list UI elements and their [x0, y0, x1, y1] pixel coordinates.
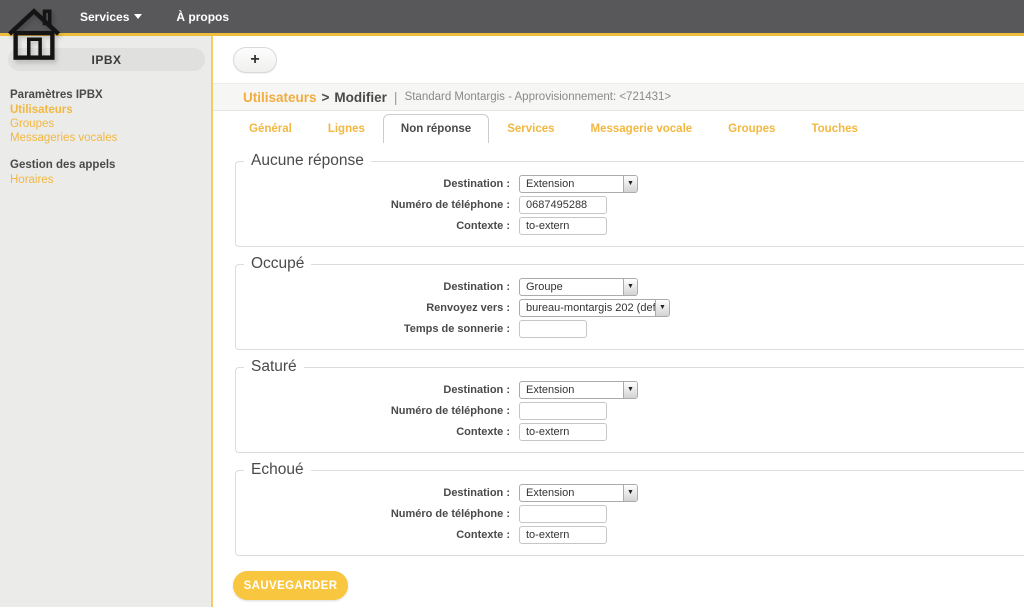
form-row-destination: Destination :Extension▼ [236, 482, 1024, 503]
input-temps-de-sonnerie[interactable] [519, 320, 587, 338]
main-content: + Utilisateurs > Modifier | Standard Mon… [213, 36, 1024, 607]
sidebar-item-messageries-vocales[interactable]: Messageries vocales [10, 132, 203, 145]
field-label: Destination : [236, 487, 519, 499]
sidebar-heading: Gestion des appels [10, 159, 203, 171]
breadcrumb-separator: > [322, 90, 330, 105]
field-label: Renvoyez vers : [236, 302, 519, 314]
select-value: Extension [520, 176, 623, 192]
select-destination[interactable]: Groupe▼ [519, 278, 638, 296]
field-label: Contexte : [236, 529, 519, 541]
top-navigation: Services À propos [80, 0, 229, 33]
house-icon [6, 4, 62, 64]
sidebar-item-horaires[interactable]: Horaires [10, 174, 203, 187]
select-destination[interactable]: Extension▼ [519, 484, 638, 502]
chevron-down-icon [134, 14, 142, 19]
breadcrumb-page: Modifier [334, 90, 387, 105]
sidebar-item-groupes[interactable]: Groupes [10, 118, 203, 131]
breadcrumb-subtitle: Standard Montargis - Approvisionnement: … [405, 91, 672, 103]
sidebar-item-utilisateurs[interactable]: Utilisateurs [10, 104, 203, 117]
tab-general[interactable]: Général [231, 114, 310, 143]
form-row-numero-de-telephone: Numéro de téléphone : [236, 400, 1024, 421]
add-button[interactable]: + [233, 47, 277, 73]
sidebar-divider [211, 36, 213, 607]
sidebar-group-gestion-des-appels: Gestion des appels Horaires [10, 159, 203, 187]
field-label: Destination : [236, 384, 519, 396]
form-row-temps-de-sonnerie: Temps de sonnerie : [236, 318, 1024, 339]
input-contexte[interactable] [519, 526, 607, 544]
select-destination[interactable]: Extension▼ [519, 175, 638, 193]
field-label: Numéro de téléphone : [236, 405, 519, 417]
section-title: Echoué [244, 461, 311, 479]
tab-groupes[interactable]: Groupes [710, 114, 793, 143]
top-bar: Services À propos [0, 0, 1024, 33]
field-label: Destination : [236, 178, 519, 190]
tab-lignes[interactable]: Lignes [310, 114, 383, 143]
sidebar-nav: Paramètres IPBX UtilisateursGroupesMessag… [0, 71, 211, 187]
menu-about-label: À propos [176, 10, 229, 24]
section-aucune-reponse: Aucune réponseDestination :Extension▼Num… [235, 152, 1024, 247]
accent-divider [0, 33, 1024, 36]
select-destination[interactable]: Extension▼ [519, 381, 638, 399]
sidebar: IPBX Paramètres IPBXUtilisateursGroupesM… [0, 36, 211, 607]
sidebar-group-parametres-ipbx: Paramètres IPBX UtilisateursGroupesMessag… [10, 89, 203, 145]
select-value: bureau-montargis 202 (default) [520, 300, 655, 316]
form-row-contexte: Contexte : [236, 524, 1024, 545]
tab-messagerie-vocale[interactable]: Messagerie vocale [573, 114, 711, 143]
input-numero-de-telephone[interactable] [519, 505, 607, 523]
dropdown-arrow-icon: ▼ [623, 485, 637, 501]
form-row-destination: Destination :Extension▼ [236, 173, 1024, 194]
select-value: Extension [520, 382, 623, 398]
tab-non-reponse[interactable]: Non réponse [383, 114, 489, 143]
input-contexte[interactable] [519, 423, 607, 441]
section-occupe: OccupéDestination :Groupe▼Renvoyez vers … [235, 255, 1024, 350]
field-label: Contexte : [236, 426, 519, 438]
field-label: Contexte : [236, 220, 519, 232]
section-sature: SaturéDestination :Extension▼Numéro de t… [235, 358, 1024, 453]
input-numero-de-telephone[interactable] [519, 196, 607, 214]
menu-about[interactable]: À propos [176, 10, 229, 24]
form-sections: Aucune réponseDestination :Extension▼Num… [235, 152, 1024, 564]
input-numero-de-telephone[interactable] [519, 402, 607, 420]
field-label: Temps de sonnerie : [236, 323, 519, 335]
form-row-contexte: Contexte : [236, 215, 1024, 236]
form-row-contexte: Contexte : [236, 421, 1024, 442]
section-title: Occupé [244, 255, 311, 273]
menu-services-label: Services [80, 10, 129, 24]
field-label: Destination : [236, 281, 519, 293]
tab-bar: GénéralLignesNon réponseServicesMessager… [231, 114, 876, 144]
field-label: Numéro de téléphone : [236, 508, 519, 520]
input-contexte[interactable] [519, 217, 607, 235]
field-label: Numéro de téléphone : [236, 199, 519, 211]
section-echoue: EchouéDestination :Extension▼Numéro de t… [235, 461, 1024, 556]
tab-services[interactable]: Services [489, 114, 572, 143]
dropdown-arrow-icon: ▼ [623, 279, 637, 295]
form-row-numero-de-telephone: Numéro de téléphone : [236, 194, 1024, 215]
breadcrumb-section-link[interactable]: Utilisateurs [243, 90, 317, 105]
menu-services[interactable]: Services [80, 10, 142, 24]
dropdown-arrow-icon: ▼ [623, 382, 637, 398]
form-row-destination: Destination :Groupe▼ [236, 276, 1024, 297]
breadcrumb: Utilisateurs > Modifier | Standard Monta… [213, 83, 1024, 111]
tab-touches[interactable]: Touches [793, 114, 875, 143]
select-value: Groupe [520, 279, 623, 295]
select-renvoyez-vers[interactable]: bureau-montargis 202 (default)▼ [519, 299, 670, 317]
dropdown-arrow-icon: ▼ [655, 300, 669, 316]
select-value: Extension [520, 485, 623, 501]
sidebar-heading: Paramètres IPBX [10, 89, 203, 101]
save-button[interactable]: SAUVEGARDER [233, 571, 348, 600]
section-title: Saturé [244, 358, 304, 376]
home-logo[interactable] [6, 4, 62, 69]
breadcrumb-divider: | [394, 89, 398, 105]
form-row-renvoyez-vers: Renvoyez vers :bureau-montargis 202 (def… [236, 297, 1024, 318]
dropdown-arrow-icon: ▼ [623, 176, 637, 192]
section-title: Aucune réponse [244, 152, 371, 170]
form-row-destination: Destination :Extension▼ [236, 379, 1024, 400]
form-row-numero-de-telephone: Numéro de téléphone : [236, 503, 1024, 524]
